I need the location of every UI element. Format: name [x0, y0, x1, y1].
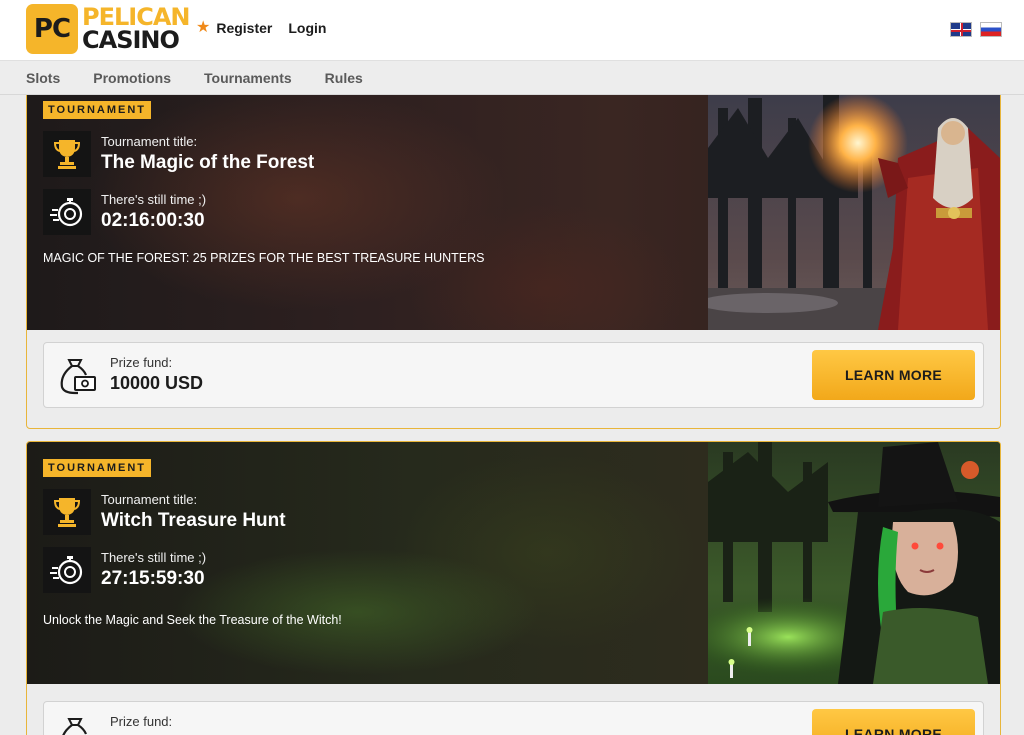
tournament-title-label: Tournament title:: [101, 492, 198, 507]
english-flag-icon[interactable]: [950, 22, 972, 37]
tournament-tag: TOURNAMENT: [43, 459, 152, 477]
tournament-card: TOURNAMENT Tournament title: The Magic o…: [26, 95, 1001, 429]
tournament-card: TOURNAMENT Tournament title: Witch Treas…: [26, 441, 1001, 735]
money-bag-icon: [58, 357, 96, 400]
trophy-icon: [43, 489, 91, 535]
time-left-label: There's still time ;): [101, 192, 207, 207]
site-logo[interactable]: PC PELICAN CASINO: [26, 4, 190, 54]
tournament-art-witch: [708, 442, 1000, 684]
tournament-timer-row: There's still time ;) 02:16:00:30: [43, 189, 206, 235]
nav-item-promotions[interactable]: Promotions: [93, 70, 171, 86]
tournament-timer-row: There's still time ;) 27:15:59:30: [43, 547, 206, 593]
language-switcher: [950, 22, 1002, 37]
money-bag-icon: [58, 716, 96, 735]
learn-more-button[interactable]: LEARN MORE: [812, 350, 975, 400]
prize-bar: Prize fund: LEARN MORE: [43, 701, 984, 735]
prize-fund-label: Prize fund:: [110, 355, 173, 370]
tournament-title-label: Tournament title:: [101, 134, 198, 149]
auth-links: ★ Register Login: [196, 19, 326, 37]
star-icon: ★: [196, 19, 211, 36]
site-header: PC PELICAN CASINO ★ Register Login: [0, 0, 1024, 61]
prize-fund-value: 10000 USD: [110, 373, 204, 393]
time-left-label: There's still time ;): [101, 550, 207, 565]
prize-text: Prize fund:: [110, 714, 172, 732]
main-nav: Slots Promotions Tournaments Rules: [0, 61, 1024, 95]
nav-item-tournaments[interactable]: Tournaments: [204, 70, 292, 86]
tournament-title: Witch Treasure Hunt: [101, 510, 286, 531]
learn-more-button[interactable]: LEARN MORE: [812, 709, 975, 735]
tournament-banner: TOURNAMENT Tournament title: Witch Treas…: [27, 442, 1000, 684]
login-link[interactable]: Login: [288, 20, 326, 36]
logo-badge: PC: [26, 4, 78, 54]
tournament-title-row: Tournament title: Witch Treasure Hunt: [43, 489, 286, 535]
register-link[interactable]: Register: [216, 20, 272, 36]
prize-fund-label: Prize fund:: [110, 714, 173, 729]
prize-text: Prize fund: 10000 USD: [110, 355, 203, 394]
tournament-art-wizard: [708, 95, 1000, 330]
stopwatch-icon: [43, 547, 91, 593]
stopwatch-icon: [43, 189, 91, 235]
tournament-description: Unlock the Magic and Seek the Treasure o…: [43, 613, 342, 627]
countdown-timer: 02:16:00:30: [101, 210, 205, 231]
tournament-banner: TOURNAMENT Tournament title: The Magic o…: [27, 95, 1000, 330]
prize-bar: Prize fund: 10000 USD LEARN MORE: [43, 342, 984, 408]
tournament-timer-block: There's still time ;) 27:15:59:30: [101, 550, 206, 590]
trophy-icon: [43, 131, 91, 177]
tournament-description: MAGIC OF THE FOREST: 25 PRIZES FOR THE B…: [43, 251, 485, 265]
tournament-timer-block: There's still time ;) 02:16:00:30: [101, 192, 206, 232]
tournament-title-row: Tournament title: The Magic of the Fores…: [43, 131, 314, 177]
tournament-title: The Magic of the Forest: [101, 152, 315, 173]
tournament-title-block: Tournament title: The Magic of the Fores…: [101, 134, 314, 174]
tournament-tag: TOURNAMENT: [43, 101, 152, 119]
nav-item-slots[interactable]: Slots: [26, 70, 60, 86]
tournament-list: TOURNAMENT Tournament title: The Magic o…: [0, 95, 1024, 735]
tournament-title-block: Tournament title: Witch Treasure Hunt: [101, 492, 286, 532]
countdown-timer: 27:15:59:30: [101, 568, 205, 589]
logo-text: PELICAN CASINO: [82, 5, 190, 54]
nav-item-rules[interactable]: Rules: [325, 70, 363, 86]
logo-text-line2: CASINO: [82, 26, 180, 54]
russian-flag-icon[interactable]: [980, 22, 1002, 37]
